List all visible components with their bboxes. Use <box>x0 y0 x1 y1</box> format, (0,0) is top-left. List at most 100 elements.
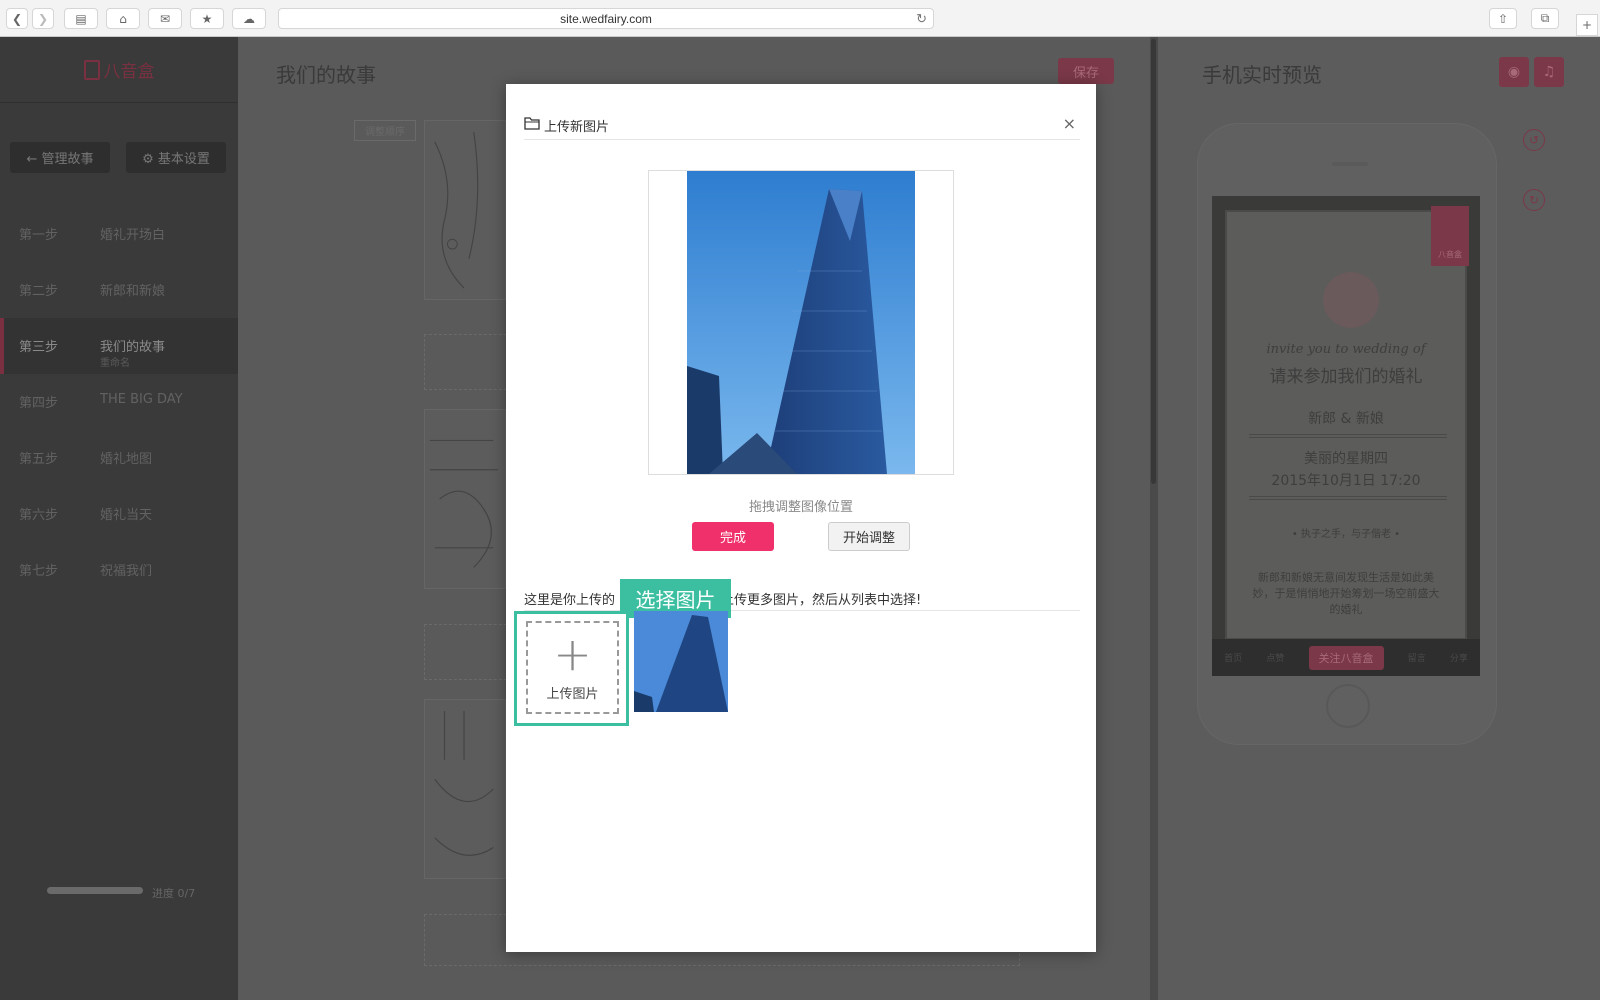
sidebar: 八音盒 ← 管理故事 ⚙ 基本设置 第一步 婚礼开场白 第二步 新郎和新娘 第三… <box>0 37 238 1000</box>
home-icon[interactable]: ⌂ <box>106 8 140 29</box>
url-bar[interactable]: site.wedfairy.com ↻ <box>278 8 934 29</box>
reorder-label: 调整顺序 <box>365 127 405 138</box>
share-preview-icon[interactable]: ↺ <box>1523 129 1545 151</box>
story-image-2[interactable] <box>424 409 506 589</box>
story-image-3[interactable] <box>424 699 506 879</box>
page-title: 我们的故事 <box>276 63 376 87</box>
step-title: THE BIG DAY <box>100 392 183 407</box>
rename-link[interactable]: 重命名 <box>100 354 130 369</box>
step-title: 婚礼当天 <box>100 508 153 523</box>
follow-button[interactable]: 关注八音盒 <box>1308 645 1384 670</box>
palette-icon[interactable]: ◉ <box>1499 57 1529 87</box>
step-number: 第三步 <box>19 340 59 355</box>
phone-preview-panel: 手机实时预览 ◉ ♫ ↺ ↻ 八音盒 invite you to wedding… <box>1158 37 1600 1000</box>
card-body: 新郎和新娘无意间发现生活是如此美妙，于是悄悄地开始筹划一场空前盛大的婚礼 <box>1252 571 1440 616</box>
crop-area[interactable] <box>648 170 954 475</box>
tab-comment[interactable]: 留言 <box>1408 651 1426 664</box>
forward-icon[interactable]: ❯ <box>32 8 54 29</box>
upload-label: 上传图片 <box>546 687 599 702</box>
step-item-2[interactable]: 第二步 新郎和新娘 <box>0 262 238 318</box>
script-english: invite you to wedding of <box>1266 342 1426 357</box>
back-icon[interactable]: ❮ <box>6 8 28 29</box>
wedding-day: 美丽的星期四 <box>1304 451 1388 467</box>
step-item-1[interactable]: 第一步 婚礼开场白 <box>0 206 238 262</box>
phone-screen: 八音盒 invite you to wedding of 请来参加我们的婚礼 新… <box>1212 196 1480 676</box>
step-item-4[interactable]: 第四步 THE BIG DAY <box>0 374 238 430</box>
manage-story-label: ← 管理故事 <box>26 152 94 167</box>
brand-name: 八音盒 <box>103 62 155 82</box>
share-icon[interactable]: ⇧ <box>1489 8 1517 29</box>
panel-divider[interactable] <box>1150 37 1158 1000</box>
manage-story-button[interactable]: ← 管理故事 <box>10 142 110 173</box>
done-button[interactable]: 完成 <box>692 522 774 551</box>
step-number: 第六步 <box>19 508 59 523</box>
step-number: 第五步 <box>19 452 59 467</box>
phone-tabbar: 首页 点赞 关注八音盒 留言 分享 <box>1212 639 1480 676</box>
preview-title: 手机实时预览 <box>1202 63 1322 87</box>
step-item-5[interactable]: 第五步 婚礼地图 <box>0 430 238 486</box>
start-adjust-button[interactable]: 开始调整 <box>828 522 910 551</box>
brand-logo: 八音盒 <box>0 37 238 103</box>
divider-rule <box>1249 496 1447 500</box>
phone-frame: 八音盒 invite you to wedding of 请来参加我们的婚礼 新… <box>1197 123 1497 745</box>
step-item-7[interactable]: 第七步 祝福我们 <box>0 542 238 598</box>
sketch-illustration <box>429 439 499 568</box>
uploaded-image-thumbnail[interactable] <box>634 611 728 712</box>
sketch-illustration <box>434 710 494 856</box>
instructions-part-b: 上传更多图片，然后从列表中选择! <box>721 593 922 608</box>
ribbon-brand: 八音盒 <box>1438 250 1462 259</box>
divider-rule <box>1249 434 1447 438</box>
tab-home[interactable]: 首页 <box>1224 651 1242 664</box>
basic-settings-button[interactable]: ⚙ 基本设置 <box>126 142 226 173</box>
modal-header: 上传新图片 × <box>524 114 1080 140</box>
step-item-6[interactable]: 第六步 婚礼当天 <box>0 486 238 542</box>
save-button[interactable]: 保存 <box>1058 58 1114 84</box>
story-image-1[interactable] <box>424 120 506 300</box>
sketch-illustration <box>434 131 479 289</box>
reorder-button[interactable]: 调整顺序 <box>354 120 416 141</box>
step-number: 第四步 <box>19 396 59 411</box>
upload-image-modal: 上传新图片 × 拖拽调整图像位置 完成 开始调整 这里是你上传的 上传更多图片，然… <box>506 84 1096 952</box>
adjust-label: 开始调整 <box>842 531 895 546</box>
wedding-datetime: 2015年10月1日 17:20 <box>1271 473 1421 489</box>
couple-names: 新郎 & 新娘 <box>1308 411 1384 427</box>
drag-hint: 拖拽调整图像位置 <box>748 500 853 515</box>
done-label: 完成 <box>719 531 746 546</box>
folder-icon <box>524 117 540 130</box>
flower-icon <box>1323 272 1379 328</box>
sidebar-icon[interactable]: ▤ <box>64 8 98 29</box>
step-title: 婚礼开场白 <box>100 228 166 243</box>
progress-label: 进度 0/7 <box>152 887 196 900</box>
tab-like[interactable]: 点赞 <box>1266 651 1284 664</box>
close-icon[interactable]: × <box>1063 114 1076 133</box>
instructions-part-a: 这里是你上传的 <box>524 593 616 608</box>
bookmark-icon[interactable]: ★ <box>190 8 224 29</box>
step-title: 祝福我们 <box>100 564 153 579</box>
step-title: 婚礼地图 <box>100 452 153 467</box>
save-label: 保存 <box>1072 65 1099 81</box>
upload-list-instructions: 这里是你上传的 上传更多图片，然后从列表中选择! <box>524 589 1080 611</box>
upload-dropzone[interactable]: + 上传图片 <box>526 621 619 714</box>
phone-speaker <box>1332 162 1368 166</box>
step-title: 我们的故事 <box>100 340 166 355</box>
new-tab-icon[interactable]: + <box>1576 14 1598 36</box>
basic-settings-label: ⚙ 基本设置 <box>142 152 210 167</box>
upload-image-button[interactable]: + 上传图片 <box>514 611 629 726</box>
cloud-icon[interactable]: ☁ <box>232 8 266 29</box>
tabs-icon[interactable]: ⧉ <box>1531 8 1559 29</box>
step-number: 第二步 <box>19 284 59 299</box>
brand-ribbon: 八音盒 <box>1431 206 1469 266</box>
invitation-card: 八音盒 invite you to wedding of 请来参加我们的婚礼 新… <box>1225 206 1469 640</box>
mail-icon[interactable]: ✉ <box>148 8 182 29</box>
building-photo[interactable] <box>687 171 915 474</box>
step-item-3[interactable]: 第三步 我们的故事 重命名 <box>0 318 238 374</box>
scroll-handle[interactable] <box>1151 39 1156 484</box>
url-text: site.wedfairy.com <box>560 11 652 26</box>
browser-toolbar: ❮ ❯ ▤ ⌂ ✉ ★ ☁ site.wedfairy.com ↻ ⇧ ⧉ + <box>0 0 1600 37</box>
refresh-preview-icon[interactable]: ↻ <box>1523 189 1545 211</box>
music-icon[interactable]: ♫ <box>1534 57 1564 87</box>
progress-bar <box>47 887 143 894</box>
logo-icon <box>83 59 100 80</box>
tab-share[interactable]: 分享 <box>1450 651 1468 664</box>
reload-icon[interactable]: ↻ <box>916 11 927 27</box>
